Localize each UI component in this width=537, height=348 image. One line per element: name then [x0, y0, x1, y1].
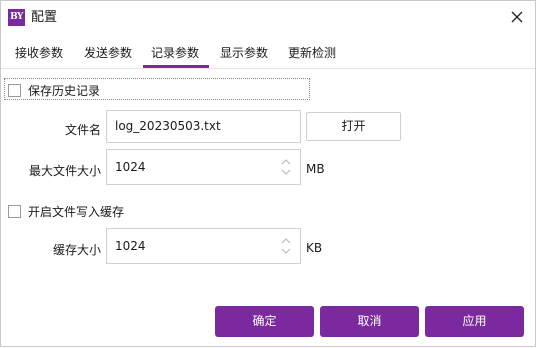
active-tab-indicator	[143, 65, 209, 68]
max-size-unit: MB	[306, 162, 325, 176]
save-history-label: 保存历史记录	[28, 84, 101, 98]
filename-input[interactable]: log_20230503.txt	[106, 110, 301, 143]
window-title: 配置	[31, 10, 58, 25]
ok-button[interactable]: 确定	[215, 306, 314, 337]
open-file-button[interactable]: 打开	[306, 112, 401, 141]
app-icon: BY	[8, 9, 25, 26]
cache-size-value: 1024	[115, 239, 146, 253]
cache-write-label: 开启文件写入缓存	[28, 205, 125, 219]
tab-record-params[interactable]: 记录参数	[151, 45, 199, 61]
cancel-button[interactable]: 取消	[320, 306, 419, 337]
spin-arrows-icon[interactable]	[280, 158, 292, 176]
close-icon[interactable]	[509, 9, 525, 25]
tab-update-check[interactable]: 更新检测	[288, 45, 336, 61]
title-bar: BY 配置	[1, 1, 535, 35]
cache-size-spinbox[interactable]: 1024	[106, 228, 301, 264]
save-history-checkbox[interactable]	[8, 84, 21, 97]
apply-button[interactable]: 应用	[425, 306, 524, 337]
max-size-label: 最大文件大小	[28, 164, 101, 178]
filename-label: 文件名	[64, 123, 101, 137]
cache-size-label: 缓存大小	[52, 243, 101, 257]
max-size-spinbox[interactable]: 1024	[106, 149, 301, 185]
tab-receive-params[interactable]: 接收参数	[15, 45, 63, 61]
cache-size-unit: KB	[306, 241, 323, 255]
spin-arrows-icon[interactable]	[280, 237, 292, 255]
cache-write-checkbox-row[interactable]: 开启文件写入缓存	[8, 203, 124, 220]
max-size-value: 1024	[115, 160, 146, 174]
save-history-checkbox-row[interactable]: 保存历史记录	[8, 82, 100, 99]
tab-bar: 接收参数 发送参数 记录参数 显示参数 更新检测	[1, 41, 535, 69]
cache-write-checkbox[interactable]	[8, 205, 21, 218]
tab-display-params[interactable]: 显示参数	[220, 45, 268, 61]
config-dialog: BY 配置 接收参数 发送参数 记录参数 显示参数 更新检测 保存历史记录 文件…	[0, 0, 536, 347]
tab-send-params[interactable]: 发送参数	[84, 45, 132, 61]
